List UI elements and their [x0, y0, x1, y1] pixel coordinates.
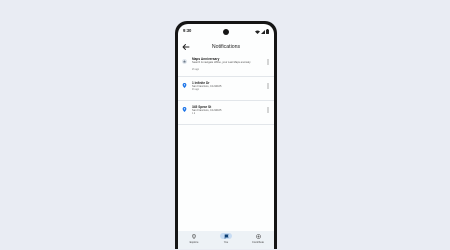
signal-icon: [261, 29, 265, 34]
more-vert-icon[interactable]: [267, 107, 269, 113]
pin-icon: [192, 233, 196, 239]
status-icons: [255, 29, 269, 34]
nav-label: You: [223, 240, 229, 244]
notification-item[interactable]: 1 Infinite Dr San Francisco, CA 94105 4h…: [178, 77, 274, 101]
nav-item-explore[interactable]: Explore: [182, 233, 206, 244]
flag-icon: [224, 233, 229, 239]
phone-screen: 9:30 Notifications Maps Anniversary Sear…: [178, 24, 274, 249]
pin-icon: [182, 83, 187, 88]
nav-item-you[interactable]: You: [214, 233, 238, 244]
app-header: Notifications: [178, 40, 274, 54]
phone-frame: 9:30 Notifications Maps Anniversary Sear…: [175, 21, 277, 249]
status-bar: 9:30: [178, 28, 274, 36]
pin-icon: [182, 107, 187, 112]
notification-body: San Francisco, CA 94105: [192, 85, 222, 88]
nav-pill-active: [220, 233, 232, 239]
bottom-navigation: Explore You Contribute: [178, 231, 274, 249]
notification-time: 2h ago: [192, 69, 200, 71]
nav-label: Explore: [189, 240, 199, 244]
add-circle-icon: [255, 233, 261, 239]
nav-pill: [252, 233, 264, 239]
more-vert-icon[interactable]: [267, 83, 269, 89]
notification-time: 1 d: [192, 113, 196, 115]
notification-time: 4h ago: [192, 89, 200, 91]
nav-item-contribute[interactable]: Contribute: [246, 233, 270, 244]
status-time: 9:30: [183, 28, 192, 33]
notification-body: San Francisco, CA 94105: [192, 109, 222, 112]
wifi-icon: [255, 30, 260, 34]
star-icon: [182, 59, 187, 64]
battery-icon: [266, 29, 269, 34]
notification-item[interactable]: 345 Spear St San Francisco, CA 94105 1 d: [178, 101, 274, 125]
page-title: Notifications: [211, 44, 241, 50]
notification-body: Search & navigate offline, your Last Map…: [192, 61, 251, 64]
nav-pill: [188, 233, 200, 239]
more-vert-icon[interactable]: [267, 59, 269, 65]
nav-label: Contribute: [252, 240, 264, 244]
notification-item[interactable]: Maps Anniversary Search & navigate offli…: [178, 53, 274, 77]
notification-list: Maps Anniversary Search & navigate offli…: [178, 53, 274, 125]
